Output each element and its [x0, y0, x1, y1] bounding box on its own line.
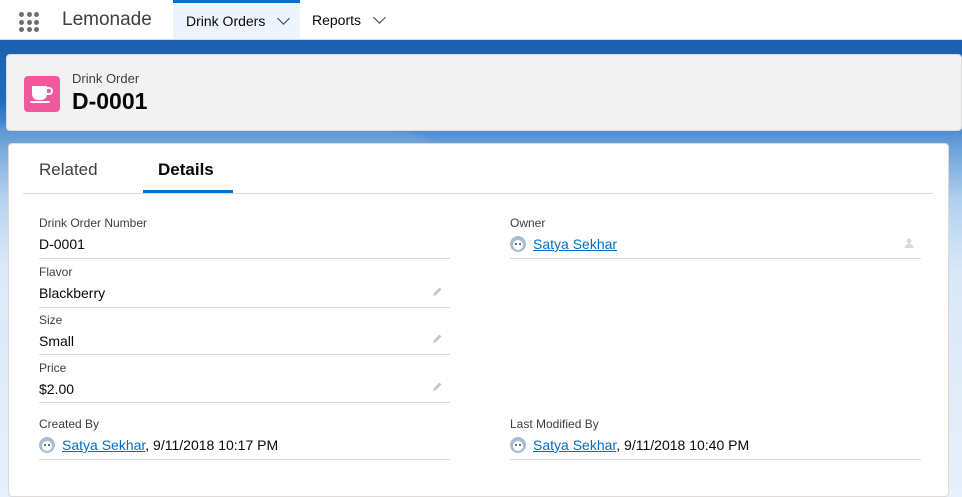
user-avatar-icon — [39, 437, 55, 453]
chevron-down-icon[interactable] — [277, 12, 291, 25]
user-avatar-icon — [510, 437, 526, 453]
owner-user-link[interactable]: Satya Sekhar — [533, 236, 617, 252]
created-date: , 9/11/2018 10:17 PM — [145, 437, 279, 453]
app-name: Lemonade — [62, 9, 152, 30]
field-value: Satya Sekhar — [510, 236, 617, 252]
field-price: Price $2.00 — [39, 355, 450, 403]
field-drink-order-number: Drink Order Number D-0001 — [39, 212, 450, 259]
field-value: Blackberry — [39, 285, 106, 301]
field-flavor: Flavor Blackberry — [39, 259, 450, 308]
nav-tab-label: Drink Orders — [186, 13, 266, 29]
field-label: Last Modified By — [510, 417, 599, 431]
top-nav: Lemonade Drink Orders Reports — [0, 0, 962, 40]
nav-tab-drink-orders[interactable]: Drink Orders — [173, 0, 300, 39]
field-value: Satya Sekhar, 9/11/2018 10:40 PM — [510, 437, 749, 453]
pencil-icon[interactable] — [431, 381, 443, 393]
field-label: Price — [39, 361, 67, 375]
field-label: Owner — [510, 216, 546, 230]
field-label: Flavor — [39, 265, 73, 279]
user-avatar-icon — [510, 236, 526, 252]
active-tab-indicator — [143, 190, 233, 193]
field-value: D-0001 — [39, 236, 85, 252]
pencil-icon[interactable] — [431, 333, 443, 345]
record-header: Drink Order D-0001 — [6, 54, 962, 131]
created-by-user-link[interactable]: Satya Sekhar — [62, 437, 145, 453]
record-name: D-0001 — [72, 88, 148, 114]
cup-icon — [24, 76, 60, 112]
field-value: $2.00 — [39, 381, 75, 397]
chevron-down-icon[interactable] — [373, 10, 386, 24]
field-created-by: Created By Satya Sekhar, 9/11/2018 10:17… — [39, 412, 450, 460]
field-label: Drink Order Number — [39, 216, 148, 230]
field-size: Size Small — [39, 308, 450, 355]
field-label: Size — [39, 313, 63, 327]
app-launcher-icon[interactable] — [19, 12, 39, 32]
tab-details[interactable]: Details — [158, 160, 214, 180]
field-value: Small — [39, 333, 75, 349]
nav-tab-label: Reports — [312, 11, 362, 28]
change-owner-icon[interactable] — [903, 237, 915, 249]
field-value: Satya Sekhar, 9/11/2018 10:17 PM — [39, 437, 278, 453]
object-type-label: Drink Order — [72, 71, 140, 86]
field-last-modified-by: Last Modified By Satya Sekhar, 9/11/2018… — [510, 412, 921, 460]
field-owner: Owner Satya Sekhar — [510, 212, 921, 259]
pencil-icon[interactable] — [431, 286, 443, 298]
field-label: Created By — [39, 417, 100, 431]
modified-by-user-link[interactable]: Satya Sekhar — [533, 437, 616, 453]
detail-tabs: Related Details — [23, 150, 933, 194]
modified-date: , 9/11/2018 10:40 PM — [616, 437, 750, 453]
tab-related[interactable]: Related — [39, 160, 98, 180]
nav-tab-reports[interactable]: Reports — [312, 0, 392, 39]
